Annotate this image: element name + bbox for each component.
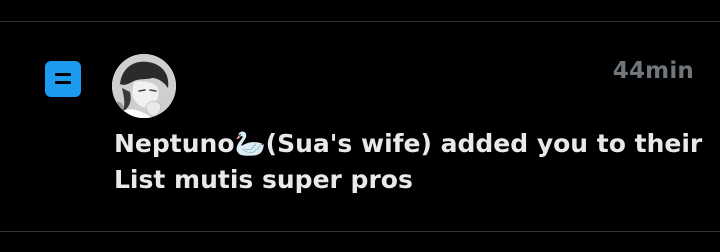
notification-message: Neptuno🦢(Sua's wife) added you to their … [114,126,704,198]
bottom-divider [0,231,720,232]
list-icon-bar [55,81,71,84]
swan-emoji: 🦢 [234,129,266,158]
list-icon [45,61,81,97]
timestamp: 44min [612,58,694,84]
avatar-image [112,54,176,118]
top-divider [0,21,720,22]
list-icon-bar [55,73,71,76]
list-name[interactable]: mutis super pros [174,165,413,194]
user-name[interactable]: Neptuno [114,129,235,158]
user-name-suffix[interactable]: (Sua's wife) [266,129,432,158]
avatar[interactable] [112,54,176,118]
